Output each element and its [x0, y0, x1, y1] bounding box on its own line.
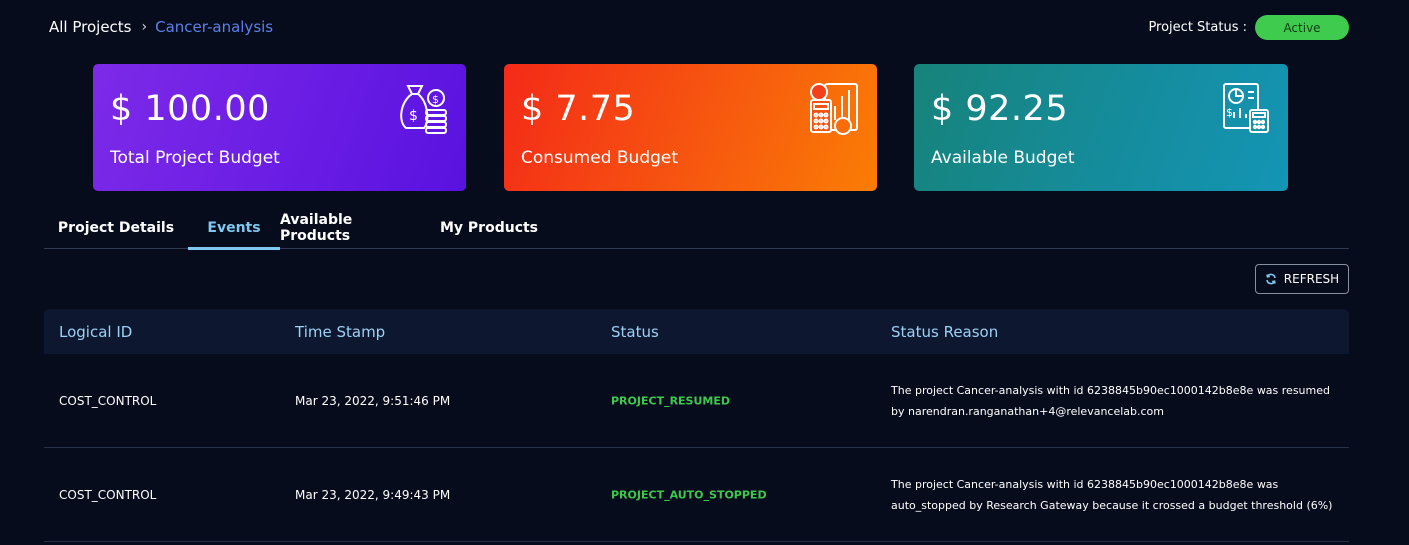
total-budget-value: $ 100.00	[110, 89, 270, 129]
tab-project-details[interactable]: Project Details	[44, 206, 188, 249]
calculator-chart-icon	[810, 83, 858, 135]
breadcrumb-all-projects[interactable]: All Projects	[49, 18, 132, 36]
table-row: COST_CONTROL Mar 23, 2022, 9:49:43 PM PR…	[44, 448, 1349, 542]
cell-status: PROJECT_RESUMED	[611, 394, 730, 407]
table-header: Logical ID Time Stamp Status Status Reas…	[44, 309, 1349, 354]
column-header-status-reason[interactable]: Status Reason	[891, 323, 998, 341]
cell-logical-id: COST_CONTROL	[59, 487, 157, 502]
breadcrumb: All Projects › Cancer-analysis	[49, 16, 273, 38]
refresh-button[interactable]: REFRESH	[1255, 264, 1349, 294]
cell-status-reason: The project Cancer-analysis with id 6238…	[891, 477, 1333, 512]
total-budget-label: Total Project Budget	[110, 148, 280, 168]
project-status-label: Project Status :	[1148, 20, 1247, 35]
available-budget-label: Available Budget	[931, 148, 1075, 168]
money-bag-coins-icon: $ $	[400, 85, 447, 134]
svg-text:$: $	[432, 93, 439, 106]
consumed-budget-label: Consumed Budget	[521, 148, 679, 168]
column-header-logical-id[interactable]: Logical ID	[59, 323, 132, 341]
available-budget-value: $ 92.25	[931, 89, 1069, 129]
tab-my-products[interactable]: My Products	[425, 206, 553, 249]
cell-status: PROJECT_AUTO_STOPPED	[611, 488, 767, 501]
project-tabs: Project Details Events Available Product…	[44, 206, 1349, 250]
table-row: COST_CONTROL Mar 23, 2022, 9:51:46 PM PR…	[44, 354, 1349, 448]
project-events-page: All Projects › Cancer-analysis Project S…	[0, 0, 1409, 545]
refresh-button-label: REFRESH	[1283, 272, 1340, 286]
tab-events[interactable]: Events	[188, 206, 280, 250]
cell-logical-id: COST_CONTROL	[59, 393, 157, 408]
events-table: Logical ID Time Stamp Status Status Reas…	[44, 309, 1349, 542]
total-budget-card: $ 100.00 Total Project Budget $ $	[93, 64, 466, 191]
svg-text:$: $	[409, 108, 418, 124]
cell-timestamp: Mar 23, 2022, 9:51:46 PM	[295, 393, 451, 408]
column-header-time-stamp[interactable]: Time Stamp	[295, 323, 385, 341]
available-budget-card: $ 92.25 Available Budget $	[914, 64, 1288, 191]
chevron-right-icon: ›	[141, 19, 148, 35]
refresh-icon	[1266, 273, 1276, 285]
cell-status-reason: The project Cancer-analysis with id 6238…	[891, 383, 1330, 418]
project-status: Project Status : Active	[1148, 15, 1349, 40]
status-badge: Active	[1255, 15, 1349, 40]
consumed-budget-value: $ 7.75	[521, 89, 636, 129]
breadcrumb-current-project: Cancer-analysis	[155, 18, 274, 36]
cell-timestamp: Mar 23, 2022, 9:49:43 PM	[295, 487, 451, 502]
report-calculator-icon: $	[1223, 83, 1269, 133]
svg-text:$: $	[1226, 106, 1233, 119]
consumed-budget-card: $ 7.75 Consumed Budget	[504, 64, 877, 191]
column-header-status[interactable]: Status	[611, 323, 659, 341]
tab-available-products[interactable]: Available Products	[280, 206, 425, 249]
